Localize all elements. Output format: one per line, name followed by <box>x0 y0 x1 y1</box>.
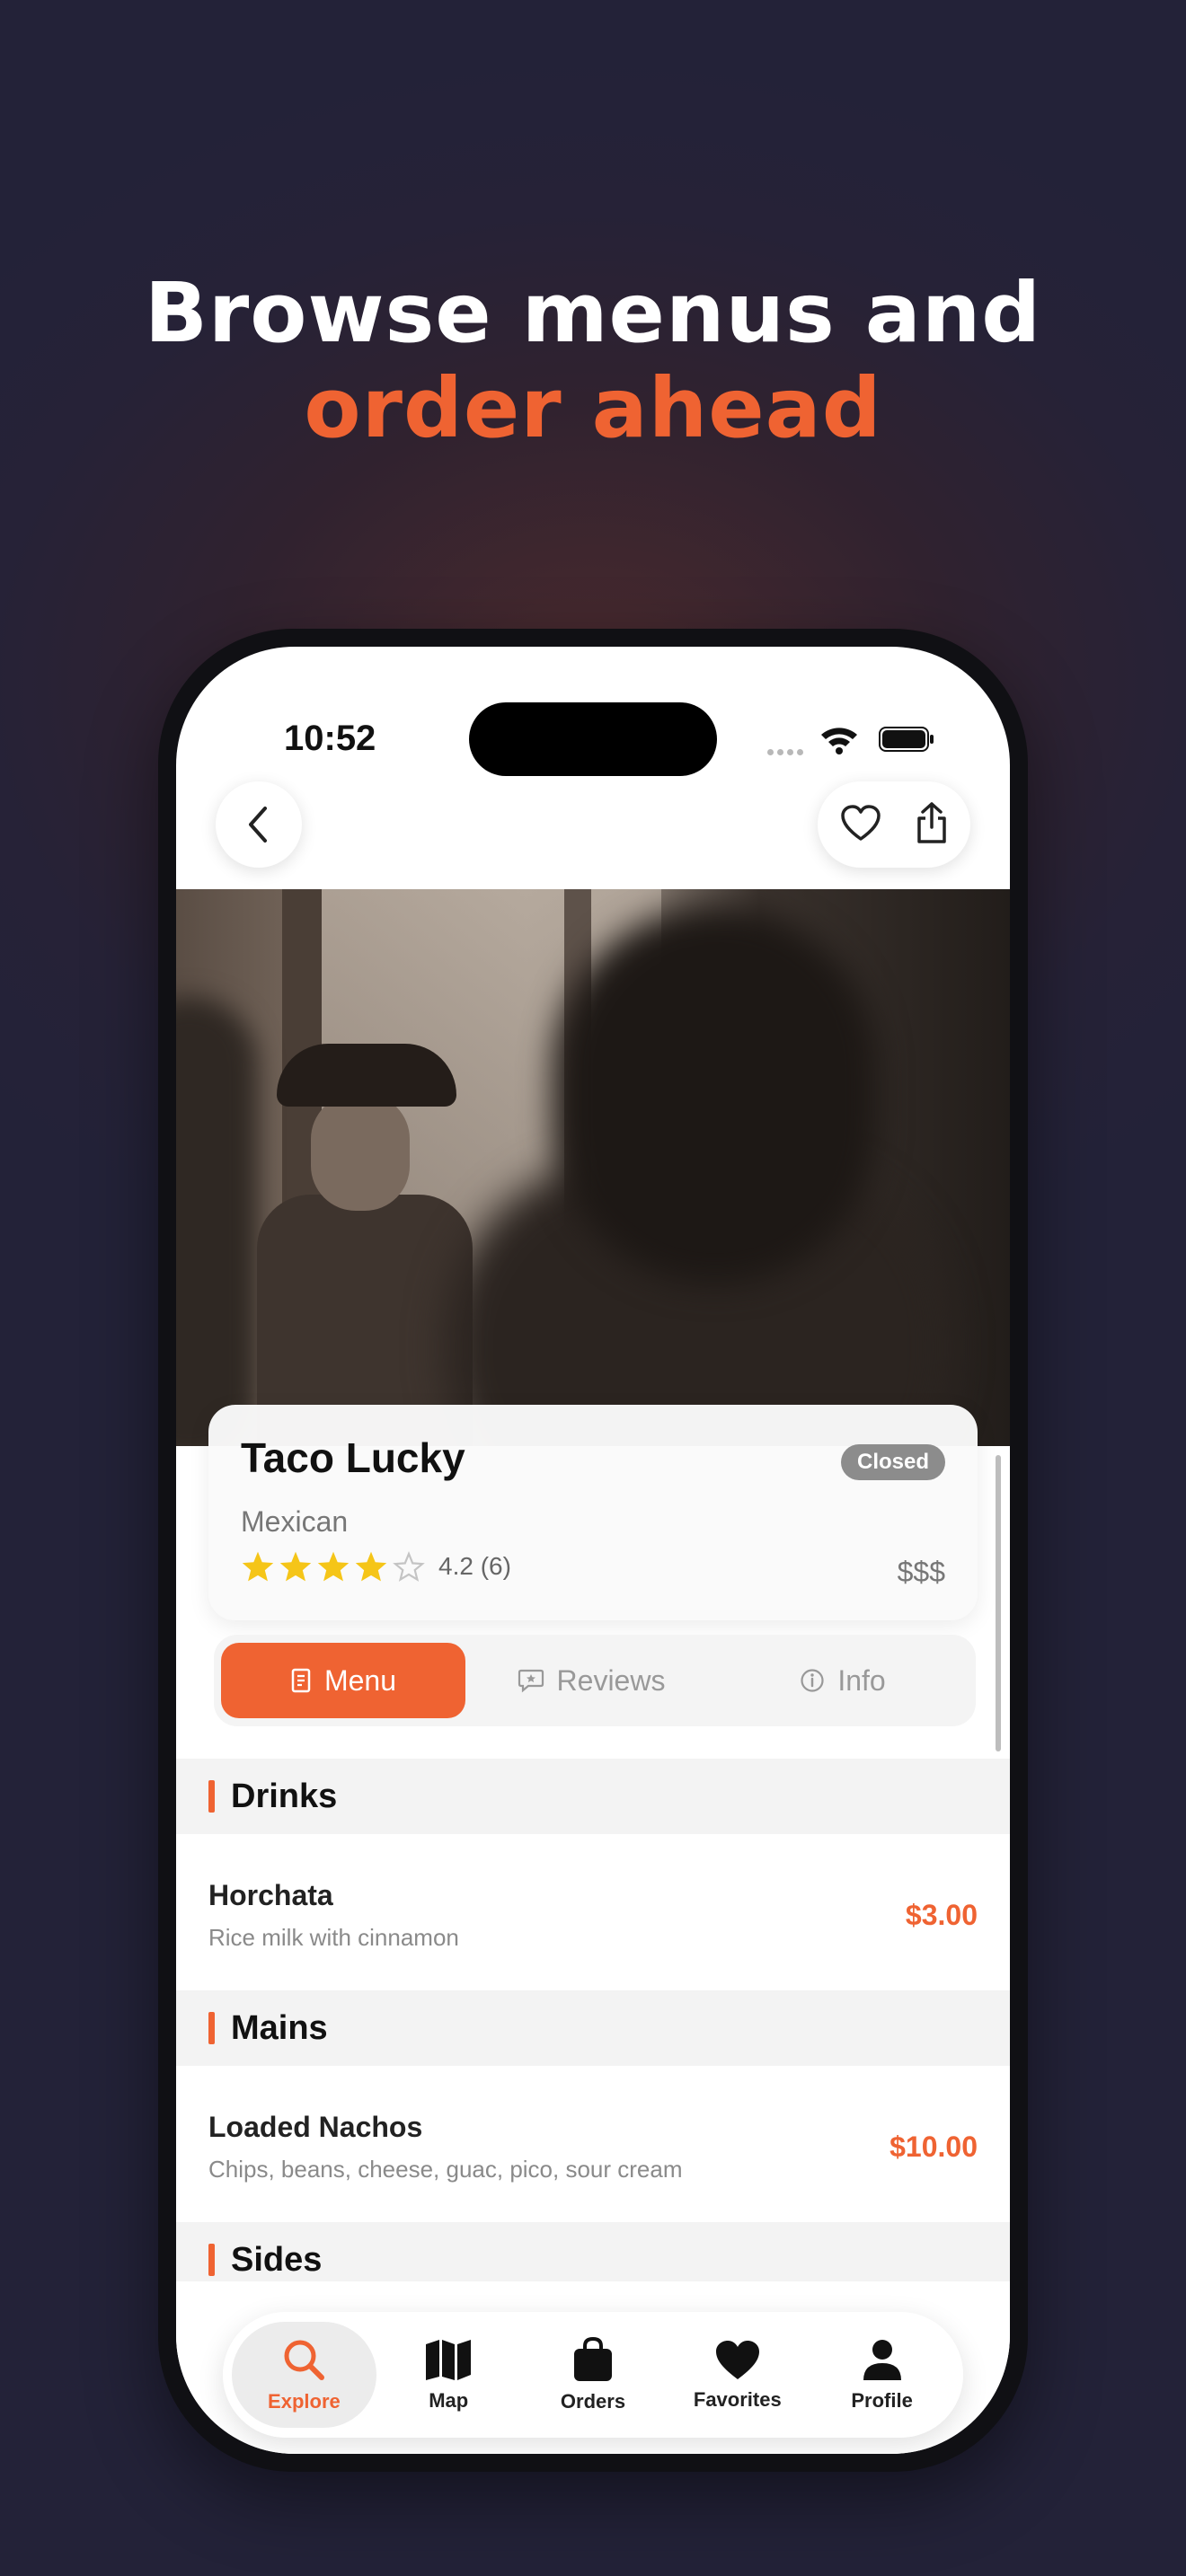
tab-info-label: Info <box>837 1663 886 1697</box>
star-empty-icon <box>393 1550 425 1582</box>
wifi-icon <box>819 724 859 759</box>
menu-book-icon <box>291 1668 311 1693</box>
info-icon <box>801 1669 824 1692</box>
segment-tabs: Menu Reviews Info <box>214 1635 976 1726</box>
menu-item-price: $10.00 <box>890 2130 978 2163</box>
star-filled-icon <box>355 1551 387 1582</box>
headline-line-1: Browse menus and <box>144 265 1042 361</box>
headline-line-2: order ahead <box>304 360 882 456</box>
headline: Browse menus and order ahead <box>0 266 1186 456</box>
tab-profile-label: Profile <box>851 2389 913 2412</box>
heart-outline-icon <box>840 804 881 841</box>
tab-reviews[interactable]: Reviews <box>465 1643 717 1718</box>
tab-orders[interactable]: Orders <box>521 2322 666 2428</box>
section-title: Drinks <box>231 1777 338 1815</box>
chat-bubble-icon <box>518 1669 544 1693</box>
tab-menu[interactable]: Menu <box>221 1643 465 1718</box>
star-filled-icon <box>317 1551 350 1582</box>
person-icon <box>863 2340 901 2380</box>
tab-orders-label: Orders <box>560 2390 626 2413</box>
status-time: 10:52 <box>284 719 376 758</box>
share-button[interactable] <box>914 800 950 850</box>
menu-item-description: Rice milk with cinnamon <box>208 1924 459 1951</box>
tab-favorites[interactable]: Favorites <box>665 2322 810 2428</box>
rating-stars: 4.2 (6) <box>241 1550 511 1583</box>
tab-explore[interactable]: Explore <box>232 2322 376 2428</box>
tab-profile[interactable]: Profile <box>810 2322 954 2428</box>
cellular-signal-icon <box>767 744 807 760</box>
header-actions <box>818 781 970 868</box>
map-icon <box>426 2340 472 2380</box>
rating-text: 4.2 (6) <box>438 1552 511 1580</box>
menu-item-name: Horchata <box>208 1879 333 1911</box>
restaurant-hero-image <box>176 889 1010 1446</box>
menu-item-price: $3.00 <box>905 1899 978 1931</box>
chevron-left-icon <box>249 807 267 842</box>
star-filled-icon <box>242 1551 274 1582</box>
tab-info[interactable]: Info <box>717 1643 969 1718</box>
share-icon <box>916 801 946 843</box>
tab-reviews-label: Reviews <box>556 1663 666 1697</box>
section-title: Sides <box>231 2240 323 2279</box>
menu-item-description: Chips, beans, cheese, guac, pico, sour c… <box>208 2156 683 2183</box>
restaurant-name: Taco Lucky <box>241 1434 465 1481</box>
back-button[interactable] <box>216 781 302 868</box>
menu-item[interactable]: Loaded Nachos Chips, beans, cheese, guac… <box>176 2066 1010 2222</box>
heart-icon <box>715 2341 759 2379</box>
tab-map-label: Map <box>429 2389 469 2412</box>
price-level: $$$ <box>897 1556 945 1588</box>
dynamic-island <box>469 702 717 776</box>
menu-item[interactable]: Horchata Rice milk with cinnamon $3.00 <box>176 1834 1010 1990</box>
scroll-indicator[interactable] <box>996 1455 1001 1751</box>
status-badge: Closed <box>840 1444 945 1480</box>
favorite-button[interactable] <box>839 803 882 847</box>
bottom-tab-bar: Explore Map Orders Favorites Profile <box>223 2312 963 2438</box>
tab-favorites-label: Favorites <box>693 2388 782 2411</box>
phone-screen: 10:52 Taco Lucky Closed Mexican 4.2 (6) … <box>176 647 1010 2454</box>
search-icon <box>284 2340 325 2380</box>
menu-item-name: Loaded Nachos <box>208 2111 423 2143</box>
section-header-mains: Mains <box>176 1990 1010 2066</box>
bag-icon <box>573 2336 612 2381</box>
battery-icon <box>879 727 934 752</box>
star-filled-icon <box>279 1551 312 1582</box>
section-title: Mains <box>231 2008 328 2047</box>
tab-map[interactable]: Map <box>376 2322 521 2428</box>
phone-frame: 10:52 Taco Lucky Closed Mexican 4.2 (6) … <box>158 629 1028 2472</box>
section-header-drinks: Drinks <box>176 1759 1010 1834</box>
tab-explore-label: Explore <box>268 2390 341 2413</box>
restaurant-info-card: Taco Lucky Closed Mexican 4.2 (6) $$$ <box>208 1405 978 1620</box>
tab-menu-label: Menu <box>323 1663 397 1697</box>
cuisine-label: Mexican <box>241 1505 349 1538</box>
